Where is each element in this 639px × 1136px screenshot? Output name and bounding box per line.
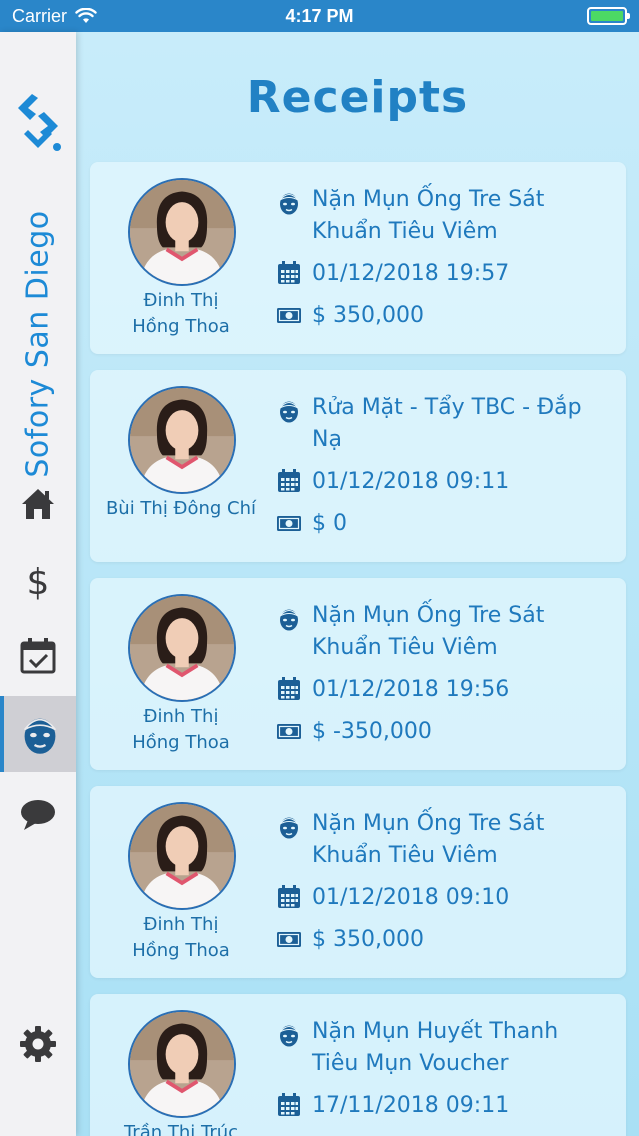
service-name: Nặn Mụn Huyết Thanh Tiêu Mụn Voucher: [312, 1019, 559, 1076]
brand-logo: [18, 94, 61, 151]
money-icon: [277, 516, 301, 531]
nav-messages[interactable]: [0, 776, 76, 852]
battery-icon: [587, 7, 630, 25]
receipt-datetime: 01/12/2018 19:57: [312, 261, 510, 286]
home-icon: [22, 489, 54, 519]
staff-name: Đinh Thị Hồng Thoa: [132, 914, 230, 961]
receipt-card[interactable]: Đinh Thị Hồng Thoa Nặn Mụn Ống Tre Sát Kh…: [90, 578, 626, 770]
amount-row: $ -350,000: [276, 716, 610, 748]
nav-home[interactable]: [0, 466, 76, 542]
date-row: 01/12/2018 19:57: [276, 258, 610, 290]
facial-mask-icon: [279, 609, 299, 631]
receipt-amount: $ -350,000: [312, 719, 432, 744]
receipt-card[interactable]: Trần Thị Trúc Nặn Mụn Huyết Thanh Tiêu M…: [90, 994, 626, 1136]
status-bar: Carrier 4:17 PM: [0, 0, 639, 32]
calendar-check-icon: [20, 638, 56, 674]
service-name: Nặn Mụn Ống Tre Sát Khuẩn Tiêu Viêm: [312, 187, 545, 244]
facial-mask-icon: [279, 193, 299, 215]
nav-settings[interactable]: [0, 1006, 76, 1082]
svg-text:$: $: [27, 562, 50, 600]
facial-mask-icon: [279, 1025, 299, 1047]
receipt-card[interactable]: Đinh Thị Hồng Thoa Nặn Mụn Ống Tre Sát Kh…: [90, 162, 626, 354]
gear-icon: [20, 1026, 56, 1062]
status-left: Carrier: [12, 6, 97, 27]
service-row: Nặn Mụn Huyết Thanh Tiêu Mụn Voucher: [276, 1016, 610, 1080]
facial-mask-icon: [23, 718, 57, 754]
brand-name: Sofory San Diego: [20, 210, 56, 478]
service-name: Nặn Mụn Ống Tre Sát Khuẩn Tiêu Viêm: [312, 811, 545, 868]
wifi-icon: [75, 8, 97, 23]
battery-level: [591, 11, 623, 21]
staff-avatar: [128, 178, 236, 286]
date-row: 17/11/2018 09:11: [276, 1090, 610, 1122]
calendar-icon: [278, 1093, 300, 1116]
amount-row: $ 0: [276, 508, 610, 540]
service-name: Nặn Mụn Ống Tre Sát Khuẩn Tiêu Viêm: [312, 603, 545, 660]
service-row: Rửa Mặt - Tẩy TBC - Đắp Nạ: [276, 392, 610, 456]
date-row: 01/12/2018 19:56: [276, 674, 610, 706]
receipt-datetime: 01/12/2018 09:10: [312, 885, 510, 910]
nav-receipts[interactable]: [0, 696, 76, 772]
receipt-datetime: 01/12/2018 19:56: [312, 677, 510, 702]
page-title: Receipts: [246, 72, 469, 123]
receipt-amount: $ 350,000: [312, 927, 424, 952]
main-content[interactable]: Receipts Đinh Thị Hồng Thoa Nặn Mụn Ống …: [76, 32, 639, 1136]
amount-row: $ 350,000: [276, 300, 610, 332]
money-icon: [277, 724, 301, 739]
staff-avatar: [128, 1010, 236, 1118]
receipt-card[interactable]: Đinh Thị Hồng Thoa Nặn Mụn Ống Tre Sát Kh…: [90, 786, 626, 978]
calendar-icon: [278, 261, 300, 284]
facial-mask-icon: [279, 401, 299, 423]
receipt-datetime: 01/12/2018 09:11: [312, 469, 510, 494]
service-row: Nặn Mụn Ống Tre Sát Khuẩn Tiêu Viêm: [276, 184, 610, 248]
staff-name: Bùi Thị Đông Chí: [105, 498, 257, 519]
staff-name: Đinh Thị Hồng Thoa: [132, 290, 230, 337]
facial-mask-icon: [279, 817, 299, 839]
money-icon: [277, 308, 301, 323]
date-row: 01/12/2018 09:11: [276, 466, 610, 498]
calendar-icon: [278, 885, 300, 908]
calendar-icon: [278, 677, 300, 700]
nav-payments[interactable]: $: [0, 542, 76, 618]
receipt-amount: $ 0: [312, 511, 347, 536]
staff-avatar: [128, 594, 236, 702]
sidebar: Sofory San Diego $: [0, 32, 76, 1136]
service-name: Rửa Mặt - Tẩy TBC - Đắp Nạ: [312, 395, 582, 452]
money-icon: [277, 932, 301, 947]
staff-avatar: [128, 802, 236, 910]
service-row: Nặn Mụn Ống Tre Sát Khuẩn Tiêu Viêm: [276, 808, 610, 872]
service-row: Nặn Mụn Ống Tre Sát Khuẩn Tiêu Viêm: [276, 600, 610, 664]
receipt-datetime: 17/11/2018 09:11: [312, 1093, 510, 1118]
chat-bubble-icon: [21, 800, 55, 830]
receipt-amount: $ 350,000: [312, 303, 424, 328]
staff-avatar: [128, 386, 236, 494]
amount-row: $ 350,000: [276, 924, 610, 956]
staff-name: Trần Thị Trúc: [123, 1122, 239, 1136]
dollar-icon: $: [27, 562, 50, 600]
calendar-icon: [278, 469, 300, 492]
nav-appointments[interactable]: [0, 618, 76, 694]
date-row: 01/12/2018 09:10: [276, 882, 610, 914]
carrier-label: Carrier: [12, 5, 68, 26]
staff-name: Đinh Thị Hồng Thoa: [132, 706, 230, 753]
receipt-card[interactable]: Bùi Thị Đông Chí Rửa Mặt - Tẩy TBC - Đắp…: [90, 370, 626, 562]
